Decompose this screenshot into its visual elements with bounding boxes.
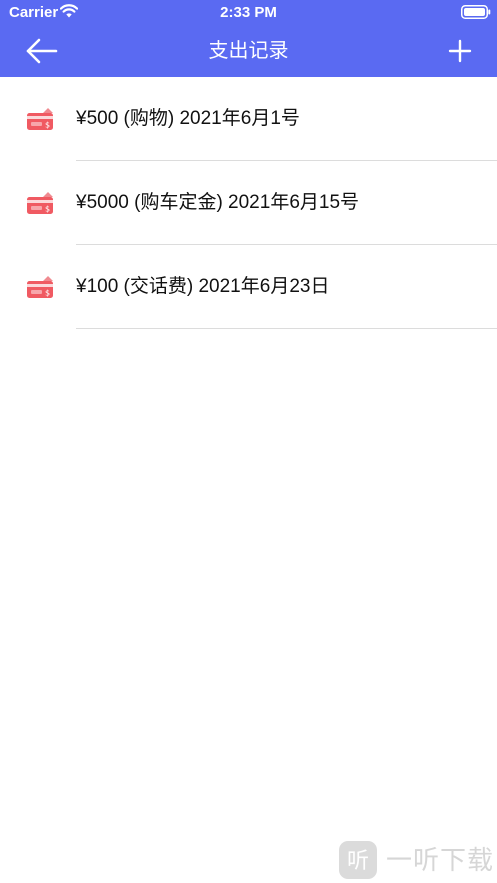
money-card-icon: $	[27, 276, 53, 298]
watermark-logo-glyph: 听	[347, 849, 369, 874]
expense-records-screen: Carrier 2:33 PM 支出记录 $ ¥500 (购物) 2021年6月…	[0, 0, 497, 883]
svg-text:$: $	[45, 289, 50, 298]
expense-record-row[interactable]: $ ¥500 (购物) 2021年6月1号	[0, 77, 497, 161]
expense-record-row[interactable]: $ ¥5000 (购车定金) 2021年6月15号	[0, 161, 497, 245]
expense-record-list: $ ¥500 (购物) 2021年6月1号 $ ¥5000 (购车定金) 202…	[0, 77, 497, 329]
money-card-icon: $	[27, 192, 53, 214]
watermark: 听 一听下载	[336, 836, 496, 882]
expense-record-text: ¥5000 (购车定金) 2021年6月15号	[76, 192, 360, 213]
battery-icon	[461, 5, 491, 19]
status-bar: Carrier 2:33 PM	[0, 0, 497, 26]
plus-icon	[448, 39, 472, 63]
watermark-logo-icon: 听	[339, 841, 377, 879]
svg-text:$: $	[45, 205, 50, 214]
expense-record-row[interactable]: $ ¥100 (交话费) 2021年6月23日	[0, 245, 497, 329]
row-divider	[76, 328, 497, 329]
money-card-icon: $	[27, 108, 53, 130]
add-record-button[interactable]	[444, 35, 476, 67]
expense-record-text: ¥500 (购物) 2021年6月1号	[76, 108, 300, 129]
expense-record-text: ¥100 (交话费) 2021年6月23日	[76, 276, 330, 297]
navigation-bar: 支出记录	[0, 26, 497, 77]
status-time: 2:33 PM	[220, 4, 277, 21]
top-bar: Carrier 2:33 PM 支出记录	[0, 0, 497, 77]
svg-text:$: $	[45, 121, 50, 130]
page-title: 支出记录	[208, 40, 289, 62]
watermark-text: 一听下载	[386, 845, 495, 875]
